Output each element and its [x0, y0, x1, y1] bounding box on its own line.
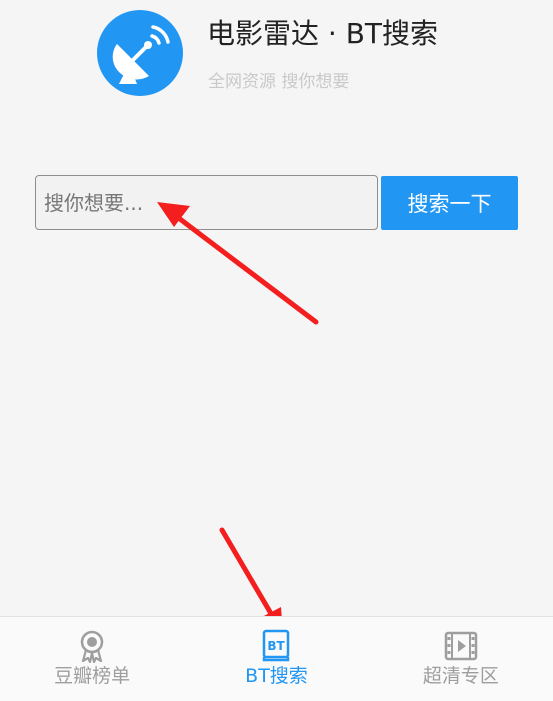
bottom-nav: 豆瓣榜单 BT BT搜索 超清专区	[0, 616, 553, 701]
nav-label: 超清专区	[422, 665, 499, 687]
svg-text:BT: BT	[268, 639, 286, 653]
search-button[interactable]: 搜索一下	[381, 176, 518, 230]
search-input[interactable]	[35, 175, 378, 230]
nav-label: 豆瓣榜单	[54, 665, 131, 687]
app-subtitle: 全网资源 搜你想要	[208, 72, 350, 92]
nav-label: BT搜索	[245, 665, 308, 687]
nav-item-hd-zone[interactable]: 超清专区	[369, 617, 553, 701]
app-header: 电影雷达 · BT搜索 全网资源 搜你想要	[0, 0, 553, 120]
nav-item-bt-search[interactable]: BT BT搜索	[184, 617, 368, 701]
satellite-dish-icon	[97, 10, 183, 96]
app-title: 电影雷达 · BT搜索	[207, 17, 439, 50]
film-icon	[444, 631, 478, 661]
medal-icon	[80, 630, 104, 663]
bt-book-icon: BT	[263, 629, 290, 662]
nav-item-douban-ranking[interactable]: 豆瓣榜单	[0, 617, 184, 701]
